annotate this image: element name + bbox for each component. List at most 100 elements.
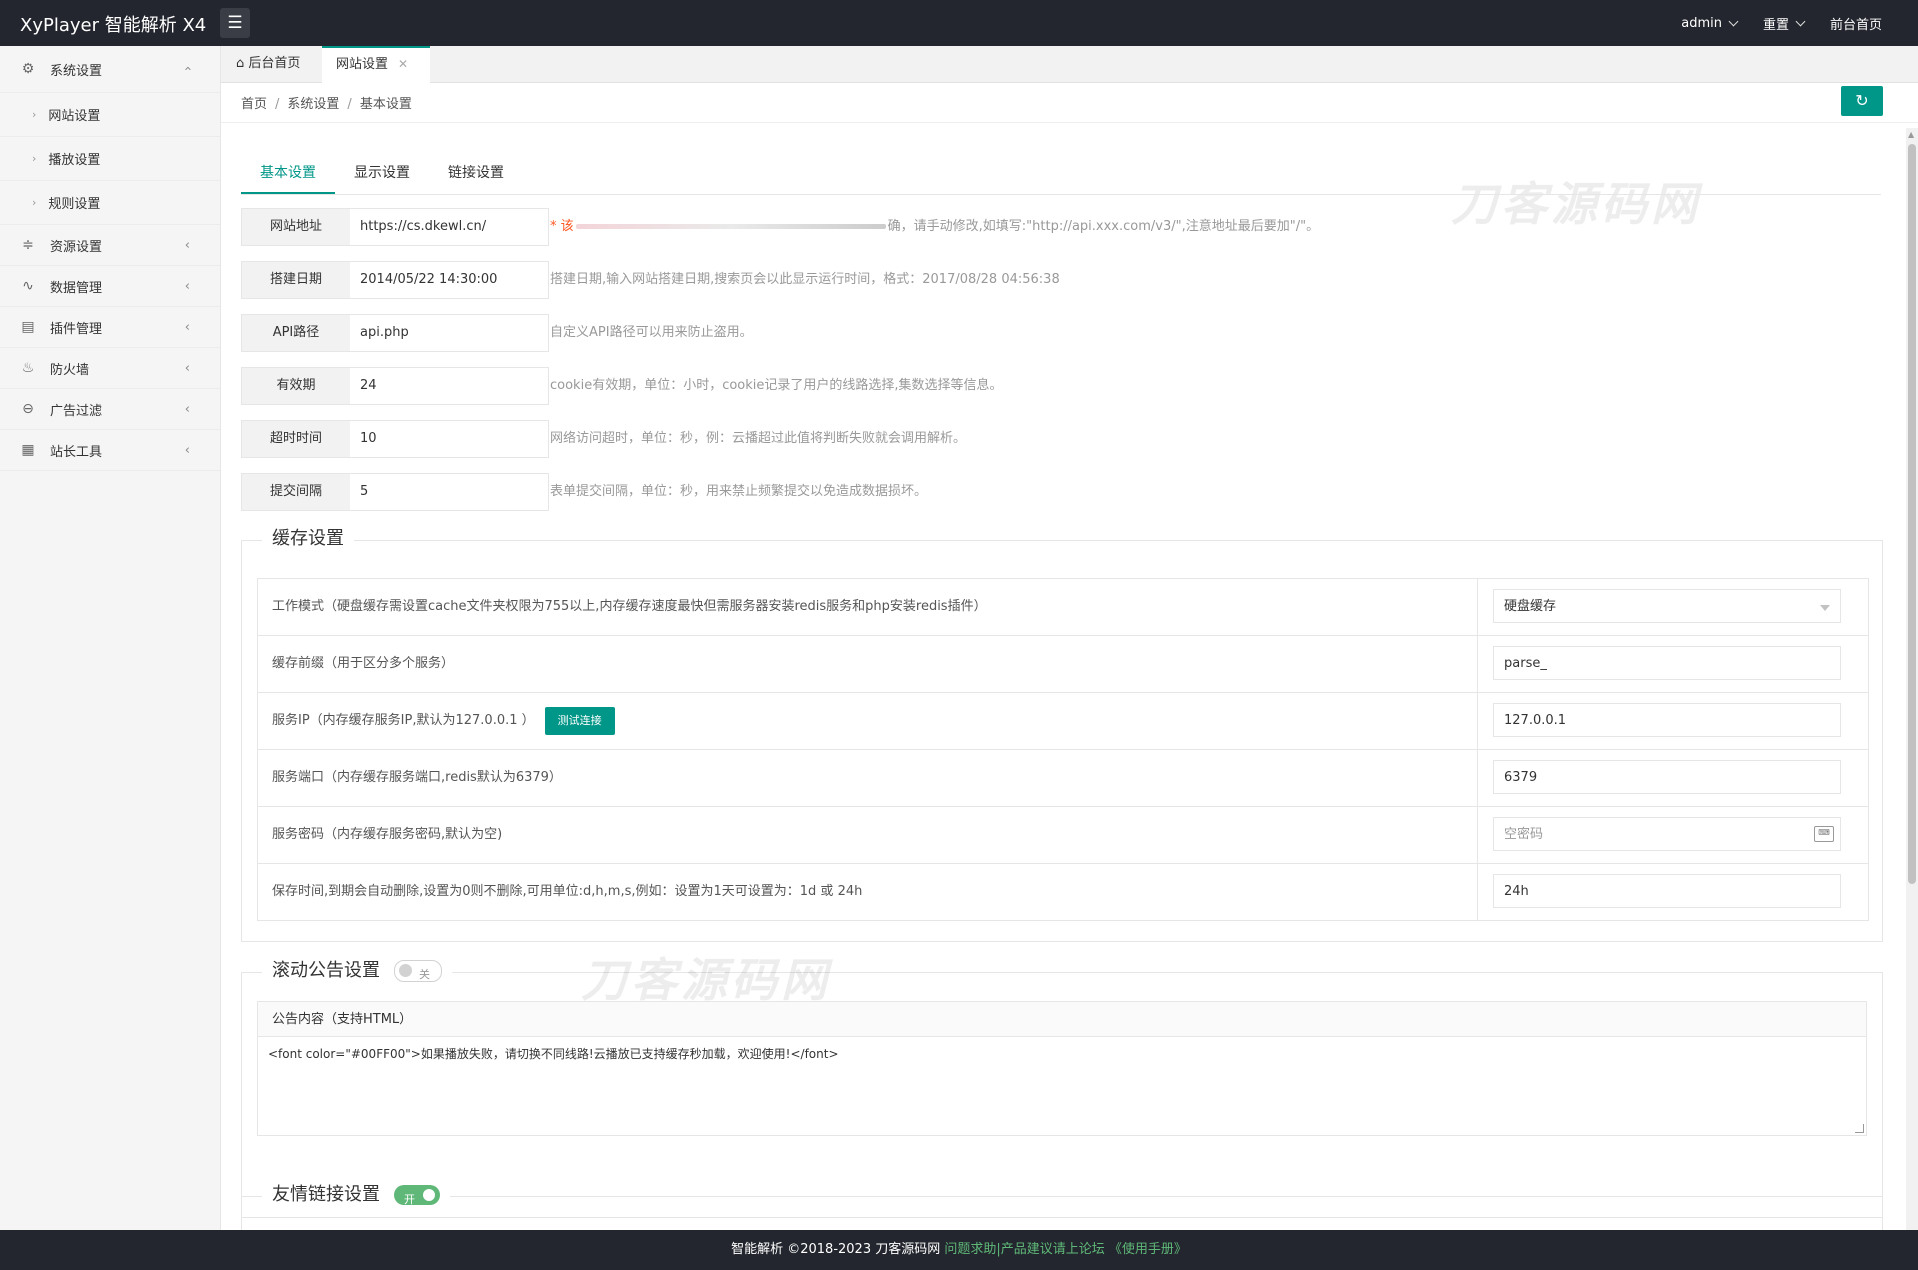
form-row-submit-interval: 提交间隔 5 表单提交间隔，单位：秒，用来禁止频繁提交以免造成数据损坏。 bbox=[241, 473, 1881, 511]
form-row-site-url: 网站地址 https://cs.dkewl.cn/ * 该 确，请手动修改,如填写… bbox=[241, 208, 1881, 246]
refresh-button[interactable]: ↻ bbox=[1841, 86, 1883, 116]
sidebar-sub-label: 播放设置 bbox=[48, 153, 101, 168]
sidebar-item-label: 插件管理 bbox=[50, 321, 103, 337]
sidebar-item-firewall[interactable]: ♨ 防火墙 ‹ bbox=[0, 348, 220, 389]
timeout-input[interactable]: 10 bbox=[350, 420, 549, 458]
links-fieldset: 友情链接设置 开 bbox=[241, 1183, 1883, 1230]
refresh-icon: ↻ bbox=[1855, 91, 1869, 110]
notice-legend-wrap: 滚动公告设置 关 bbox=[262, 959, 452, 983]
api-path-input[interactable]: api.php bbox=[350, 314, 549, 352]
sidebar-sub-site[interactable]: › 网站设置 bbox=[0, 93, 220, 137]
reset-menu[interactable]: 重置 bbox=[1763, 14, 1806, 33]
notice-toggle[interactable]: 关 bbox=[394, 960, 442, 982]
chevron-left-icon: ‹ bbox=[184, 238, 190, 253]
minus-circle-icon: ⊖ bbox=[22, 401, 34, 417]
sidebar-item-plugins[interactable]: ▤ 插件管理 ‹ bbox=[0, 307, 220, 348]
validity-input[interactable]: 24 bbox=[350, 367, 549, 405]
field-label: 提交间隔 bbox=[241, 473, 351, 511]
divider bbox=[221, 122, 1918, 123]
cache-password-input[interactable]: 空密码 ⌨ bbox=[1493, 817, 1841, 851]
cache-ttl-label: 保存时间,到期会自动删除,设置为0则不删除,可用单位:d,h,m,s,例如：设置… bbox=[258, 864, 1478, 920]
notice-textarea[interactable]: <font color="#00FF00">如果播放失败，请切换不同线路!云播放… bbox=[257, 1036, 1867, 1136]
tab-links[interactable]: 链接设置 bbox=[429, 154, 523, 192]
field-hint: cookie有效期，单位：小时，cookie记录了用户的线路选择,集数选择等信息… bbox=[550, 378, 1003, 393]
cache-fieldset: 缓存设置 工作模式（硬盘缓存需设置cache文件夹权限为755以上,内存缓存速度… bbox=[241, 527, 1883, 942]
chevron-left-icon: ‹ bbox=[184, 402, 190, 417]
submit-interval-input[interactable]: 5 bbox=[350, 473, 549, 511]
password-placeholder: 空密码 bbox=[1504, 827, 1544, 842]
field-label: 搭建日期 bbox=[241, 261, 351, 299]
sidebar-sub-play[interactable]: › 播放设置 bbox=[0, 137, 220, 181]
table-row: 缓存前缀（用于区分多个服务） parse_ bbox=[258, 636, 1868, 693]
build-date-input[interactable]: 2014/05/22 14:30:00 bbox=[350, 261, 549, 299]
hint-text: 确，请手动修改,如填写:"http://api.xxx.com/v3/",注意地… bbox=[887, 219, 1320, 234]
notice-content: <font color="#00FF00">如果播放失败，请切换不同线路!云播放… bbox=[268, 1047, 839, 1061]
breadcrumb-home[interactable]: 首页 bbox=[241, 97, 267, 112]
chevron-right-icon: › bbox=[32, 108, 37, 121]
sidebar-item-system[interactable]: ⚙ 系统设置 ‹ bbox=[0, 46, 220, 93]
switch-label: 开 bbox=[404, 1193, 415, 1206]
tab-site-settings[interactable]: 网站设置 ✕ bbox=[322, 46, 430, 83]
app-logo[interactable]: XyPlayer 智能解析 X4 bbox=[20, 11, 206, 37]
sidebar-item-data[interactable]: ∿ 数据管理 ‹ bbox=[0, 266, 220, 307]
redacted-text bbox=[575, 224, 886, 229]
tab-label: 后台首页 bbox=[248, 56, 301, 71]
scrollbar-thumb[interactable] bbox=[1908, 144, 1916, 884]
cache-ip-input[interactable]: 127.0.0.1 bbox=[1493, 703, 1841, 737]
scroll-up-icon[interactable]: ▲ bbox=[1908, 130, 1914, 139]
fire-icon: ♨ bbox=[21, 360, 35, 376]
cache-port-input[interactable]: 6379 bbox=[1493, 760, 1841, 794]
footer-help-link[interactable]: 问题求助|产品建议请上论坛 《使用手册》 bbox=[944, 1242, 1187, 1257]
notice-fieldset: 滚动公告设置 关 公告内容（支持HTML） <font color="#00FF0… bbox=[241, 959, 1883, 1218]
cache-mode-select[interactable]: 硬盘缓存 bbox=[1493, 589, 1841, 623]
home-icon: ⌂ bbox=[236, 56, 245, 71]
tab-display[interactable]: 显示设置 bbox=[335, 154, 429, 192]
footer-copyright: 智能解析 ©2018-2023 刀客源码网 bbox=[731, 1242, 941, 1257]
switch-label: 关 bbox=[419, 968, 430, 981]
apps-icon: ▦ bbox=[21, 442, 35, 458]
notice-content-header: 公告内容（支持HTML） bbox=[257, 1001, 1867, 1037]
keyboard-icon[interactable]: ⌨ bbox=[1814, 826, 1834, 842]
test-connection-button[interactable]: 测试连接 bbox=[544, 706, 615, 735]
sidebar-sub-label: 规则设置 bbox=[48, 197, 101, 212]
links-toggle[interactable]: 开 bbox=[394, 1185, 440, 1206]
field-label: 网站地址 bbox=[241, 208, 351, 246]
sidebar-item-resource[interactable]: ≑ 资源设置 ‹ bbox=[0, 225, 220, 266]
chevron-down-icon bbox=[1795, 16, 1806, 26]
sidebar-sub-rules[interactable]: › 规则设置 bbox=[0, 181, 220, 225]
field-label: 超时时间 bbox=[241, 420, 351, 458]
sidebar-item-label: 广告过滤 bbox=[50, 403, 103, 419]
user-name: admin bbox=[1681, 15, 1722, 31]
cache-password-label: 服务密码（内存缓存服务密码,默认为空) bbox=[258, 807, 1478, 863]
chevron-down-icon bbox=[1728, 16, 1739, 26]
table-row: 工作模式（硬盘缓存需设置cache文件夹权限为755以上,内存缓存速度最快但需服… bbox=[258, 579, 1868, 636]
breadcrumb-system[interactable]: 系统设置 bbox=[287, 97, 339, 112]
form-row-timeout: 超时时间 10 网络访问超时，单位：秒，例：云播超过此值将判断失败就会调用解析。 bbox=[241, 420, 1881, 458]
breadcrumb-separator: / bbox=[275, 97, 280, 112]
cache-ttl-input[interactable]: 24h bbox=[1493, 874, 1841, 908]
sidebar-item-tools[interactable]: ▦ 站长工具 ‹ bbox=[0, 430, 220, 471]
tab-basic[interactable]: 基本设置 bbox=[241, 154, 335, 194]
chevron-right-icon: › bbox=[32, 152, 37, 165]
front-page-link[interactable]: 前台首页 bbox=[1830, 14, 1882, 33]
pulse-icon: ∿ bbox=[22, 278, 34, 294]
menu-icon[interactable]: ☰ bbox=[220, 8, 250, 38]
form-row-validity: 有效期 24 cookie有效期，单位：小时，cookie记录了用户的线路选择,… bbox=[241, 367, 1881, 405]
close-icon[interactable]: ✕ bbox=[398, 57, 408, 71]
tab-home[interactable]: ⌂ 后台首页 bbox=[221, 46, 321, 82]
user-menu[interactable]: admin bbox=[1681, 15, 1739, 31]
sidebar-item-label: 资源设置 bbox=[50, 239, 103, 255]
sidebar-item-adfilter[interactable]: ⊖ 广告过滤 ‹ bbox=[0, 389, 220, 430]
chevron-left-icon: ‹ bbox=[184, 443, 190, 458]
breadcrumb-current: 基本设置 bbox=[359, 97, 412, 112]
chevron-left-icon: ‹ bbox=[184, 361, 190, 376]
settings-tabs: 基本设置 显示设置 链接设置 bbox=[241, 154, 1881, 195]
resize-handle-icon[interactable] bbox=[1855, 1124, 1864, 1133]
cache-prefix-input[interactable]: parse_ bbox=[1493, 646, 1841, 680]
cache-port-label: 服务端口（内存缓存服务端口,redis默认为6379） bbox=[258, 750, 1478, 806]
page-scrollbar[interactable]: ▲ ▼ bbox=[1906, 128, 1918, 1230]
site-url-input[interactable]: https://cs.dkewl.cn/ bbox=[350, 208, 549, 246]
field-hint: 表单提交间隔，单位：秒，用来禁止频繁提交以免造成数据损坏。 bbox=[550, 484, 928, 499]
header-nav: admin 重置 前台首页 bbox=[1681, 0, 1882, 46]
breadcrumb-separator: / bbox=[347, 97, 352, 112]
